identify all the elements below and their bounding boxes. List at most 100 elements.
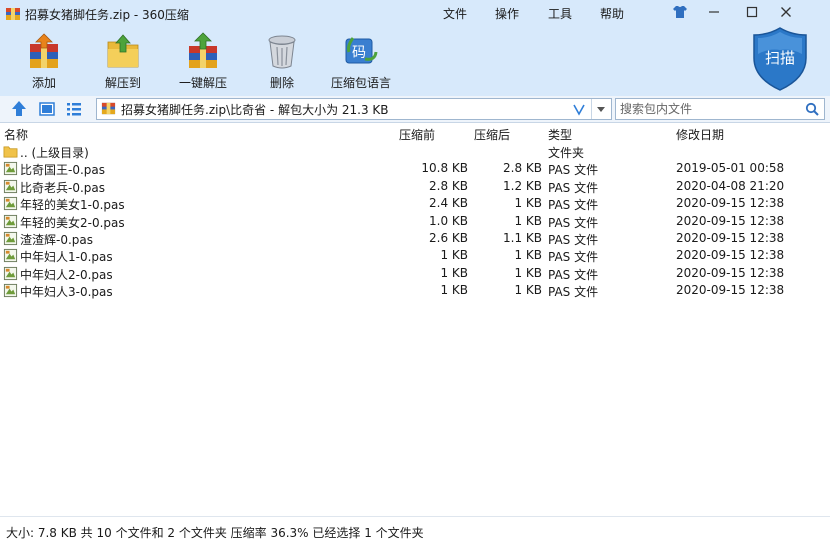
up-arrow-icon[interactable] bbox=[9, 99, 29, 119]
file-name: 比奇老兵-0.pas bbox=[20, 180, 106, 195]
pas-file-icon bbox=[3, 231, 18, 246]
close-button[interactable] bbox=[774, 2, 798, 22]
pas-file-icon bbox=[3, 249, 18, 263]
file-size-original: 2.6 KB bbox=[429, 231, 468, 245]
path-text: 招募女猪脚任务.zip\比奇省 - 解包大小为 21.3 KB bbox=[121, 103, 389, 117]
file-list: 名称 压缩前 压缩后 类型 修改日期 .. (上级目录) 文件夹比奇国王-0.pa… bbox=[0, 123, 830, 516]
file-size-packed: 1 KB bbox=[514, 213, 542, 228]
archive-encoding-button[interactable]: 码 压缩包语言 bbox=[331, 32, 391, 92]
encoding-icon: 码 bbox=[345, 37, 378, 64]
file-size-packed: 2.8 KB bbox=[503, 161, 542, 176]
skin-button[interactable] bbox=[668, 2, 692, 22]
path-divider bbox=[591, 99, 592, 119]
file-modified: 2020-09-15 12:38 bbox=[676, 265, 785, 280]
column-compressed[interactable]: 压缩前 bbox=[399, 126, 435, 143]
file-name: 比奇国王-0.pas bbox=[20, 163, 106, 178]
path-history-icon[interactable] bbox=[572, 102, 586, 116]
file-modified: 2020-09-15 12:38 bbox=[676, 283, 785, 298]
file-size-original: 1 KB bbox=[440, 248, 468, 263]
file-modified: 2020-09-15 12:38 bbox=[676, 248, 785, 263]
extract-to-button[interactable]: 解压到 bbox=[93, 32, 153, 92]
file-size-packed: 1 KB bbox=[514, 196, 542, 211]
search-field[interactable] bbox=[615, 98, 825, 120]
menu-file[interactable]: 文件 bbox=[443, 5, 467, 22]
maximize-button[interactable] bbox=[740, 2, 764, 22]
dropdown-icon[interactable] bbox=[595, 103, 607, 115]
file-name: 渣渣辉-0.pas bbox=[20, 233, 94, 247]
file-type: PAS 文件 bbox=[548, 267, 599, 282]
file-name: 年轻的美女1-0.pas bbox=[20, 198, 125, 213]
column-name[interactable]: 名称 bbox=[4, 126, 28, 143]
top-area: 招募女猪脚任务.zip - 360压缩 文件 操作 工具 帮助 添加 解压到 一… bbox=[0, 0, 830, 96]
file-type: PAS 文件 bbox=[548, 285, 599, 300]
app-archive-icon bbox=[6, 8, 20, 20]
delete-button[interactable]: 删除 bbox=[252, 32, 312, 92]
title-bar: 招募女猪脚任务.zip - 360压缩 文件 操作 工具 帮助 bbox=[0, 0, 830, 28]
add-button[interactable]: 添加 bbox=[14, 32, 74, 92]
menu-operation[interactable]: 操作 bbox=[495, 5, 519, 22]
maximize-icon bbox=[746, 6, 758, 18]
folder-icon bbox=[3, 146, 18, 158]
view-large-icon[interactable] bbox=[37, 99, 57, 119]
parent-folder-row[interactable]: .. (上级目录) 文件夹 bbox=[0, 143, 830, 160]
encoding-glyph: 码 bbox=[352, 45, 366, 61]
status-text: 大小: 7.8 KB 共 10 个文件和 2 个文件夹 压缩率 36.3% 已经… bbox=[6, 526, 424, 540]
file-row[interactable]: 比奇老兵-0.pas 2.8 KB 1.2 KB PAS 文件 2020-04-08 2… bbox=[0, 178, 830, 195]
scan-label: 扫描 bbox=[765, 49, 795, 67]
file-size-original: 2.8 KB bbox=[429, 178, 468, 193]
zip-icon bbox=[101, 102, 116, 115]
column-modified[interactable]: 修改日期 bbox=[676, 126, 724, 143]
delete-icon bbox=[268, 35, 296, 69]
add-icon bbox=[30, 33, 58, 68]
file-size-original: 1 KB bbox=[440, 283, 468, 298]
archive-window: 招募女猪脚任务.zip - 360压缩 文件 操作 工具 帮助 添加 解压到 一… bbox=[0, 0, 830, 545]
scan-button[interactable]: 扫描 bbox=[751, 26, 809, 92]
extract-icon bbox=[107, 34, 139, 68]
file-size-packed: 1.2 KB bbox=[503, 178, 542, 193]
file-row[interactable]: 比奇国王-0.pas 10.8 KB 2.8 KB PAS 文件 2019-05-01 … bbox=[0, 160, 830, 177]
menu-help[interactable]: 帮助 bbox=[600, 5, 624, 22]
file-size-packed: 1 KB bbox=[514, 265, 542, 280]
pas-file-icon bbox=[3, 162, 18, 176]
file-modified: 2020-09-15 12:38 bbox=[676, 196, 785, 211]
file-type: PAS 文件 bbox=[548, 180, 599, 195]
file-name: .. (上级目录) bbox=[20, 146, 89, 160]
view-list-icon[interactable] bbox=[64, 99, 84, 119]
file-row[interactable]: 中年妇人2-0.pas 1 KB 1 KB PAS 文件 2020-09-15 12:3… bbox=[0, 265, 830, 282]
column-packed[interactable]: 压缩后 bbox=[474, 126, 510, 143]
file-size-original: 1 KB bbox=[440, 265, 468, 280]
file-row[interactable]: 年轻的美女2-0.pas 1.0 KB 1 KB PAS 文件 2020-09-15 1… bbox=[0, 213, 830, 230]
minimize-button[interactable] bbox=[702, 2, 726, 22]
file-type: PAS 文件 bbox=[548, 250, 599, 265]
one-click-extract-button[interactable]: 一键解压 bbox=[173, 32, 233, 92]
pas-file-icon bbox=[3, 284, 18, 298]
file-row[interactable]: 渣渣辉-0.pas 2.6 KB 1.1 KB PAS 文件 2020-09-15 12… bbox=[0, 230, 830, 247]
file-type: 文件夹 bbox=[548, 146, 585, 160]
one-click-extract-label: 一键解压 bbox=[178, 76, 227, 90]
file-modified: 2020-04-08 21:20 bbox=[676, 178, 785, 193]
file-size-original: 10.8 KB bbox=[421, 161, 468, 176]
file-row[interactable]: 中年妇人3-0.pas 1 KB 1 KB PAS 文件 2020-09-15 12:3… bbox=[0, 282, 830, 299]
close-icon bbox=[781, 7, 791, 17]
path-field[interactable]: 招募女猪脚任务.zip\比奇省 - 解包大小为 21.3 KB bbox=[96, 98, 612, 120]
file-name: 年轻的美女2-0.pas bbox=[20, 215, 125, 230]
file-size-packed: 1 KB bbox=[514, 283, 542, 298]
scan-shield-icon: 扫描 bbox=[753, 27, 807, 91]
file-name: 中年妇人3-0.pas bbox=[20, 285, 113, 300]
file-row[interactable]: 年轻的美女1-0.pas 2.4 KB 1 KB PAS 文件 2020-09-15 1… bbox=[0, 195, 830, 212]
search-icon[interactable] bbox=[805, 102, 819, 116]
window-title: 招募女猪脚任务.zip - 360压缩 bbox=[25, 8, 189, 22]
pas-file-icon bbox=[3, 266, 18, 280]
column-type[interactable]: 类型 bbox=[548, 126, 572, 143]
file-name: 中年妇人1-0.pas bbox=[20, 250, 113, 265]
file-name: 中年妇人2-0.pas bbox=[20, 267, 113, 282]
delete-label: 删除 bbox=[269, 76, 294, 90]
file-type: PAS 文件 bbox=[548, 233, 599, 247]
file-modified: 2020-09-15 12:38 bbox=[676, 213, 785, 228]
file-row[interactable]: 中年妇人1-0.pas 1 KB 1 KB PAS 文件 2020-09-15 12:3… bbox=[0, 247, 830, 264]
menu-tools[interactable]: 工具 bbox=[548, 5, 572, 22]
add-label: 添加 bbox=[31, 76, 56, 90]
shirt-icon bbox=[673, 6, 687, 18]
extract-to-label: 解压到 bbox=[104, 76, 141, 90]
search-input[interactable] bbox=[618, 100, 804, 118]
